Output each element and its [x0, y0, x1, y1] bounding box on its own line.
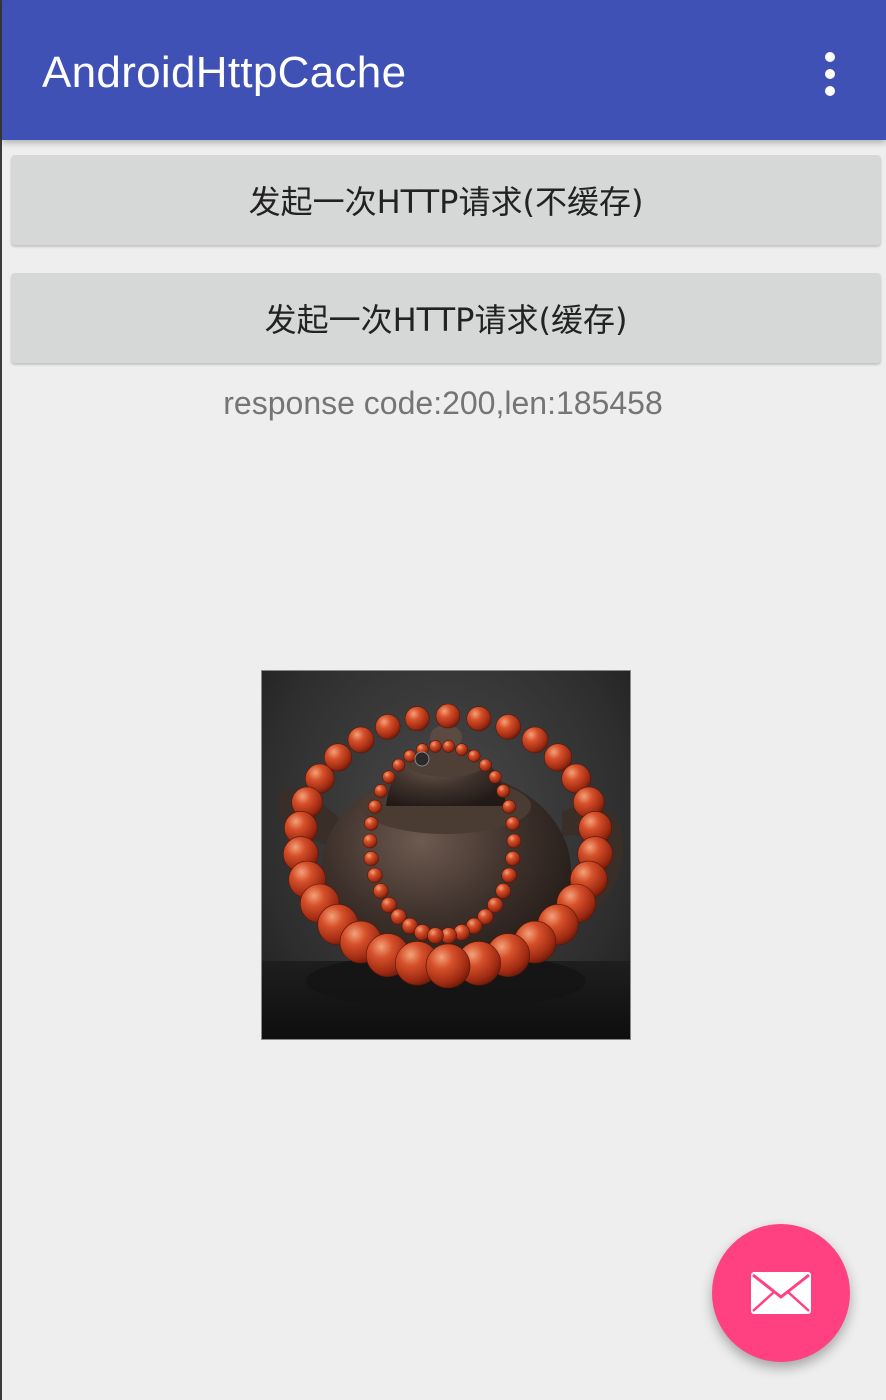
menu-dot: [825, 52, 835, 62]
spacer-bead: [414, 751, 430, 767]
teapot-bead-necklace-image: [262, 703, 630, 1039]
more-vert-icon[interactable]: [808, 46, 852, 102]
bead: [501, 867, 517, 884]
app-screen: AndroidHttpCache 发起一次HTTP请求(不缓存) 发起一次HTT…: [0, 0, 886, 1400]
request-no-cache-button[interactable]: 发起一次HTTP请求(不缓存): [11, 155, 881, 245]
window-edge: [0, 0, 2, 1400]
bead: [505, 851, 521, 867]
response-status-text: response code:200,len:185458: [223, 385, 663, 421]
bead: [488, 770, 502, 784]
bead: [429, 740, 442, 753]
bead: [374, 784, 388, 798]
mail-fab-button[interactable]: [712, 1224, 850, 1362]
bead: [505, 816, 520, 831]
menu-dot: [825, 86, 835, 96]
bead: [502, 799, 516, 814]
bead: [347, 726, 375, 754]
bead: [363, 851, 379, 867]
bead: [362, 833, 378, 849]
bead: [382, 770, 396, 784]
mail-icon: [751, 1272, 811, 1314]
request-cache-button[interactable]: 发起一次HTTP请求(缓存): [11, 273, 881, 363]
app-title: AndroidHttpCache: [42, 48, 407, 97]
bead: [455, 743, 468, 756]
bead: [425, 943, 471, 989]
app-toolbar: AndroidHttpCache: [2, 0, 886, 140]
bead: [427, 927, 444, 944]
bead: [506, 833, 522, 849]
bead: [368, 799, 382, 814]
bead: [496, 784, 510, 798]
bead: [367, 867, 383, 884]
bead: [403, 749, 417, 763]
menu-dot: [825, 69, 835, 79]
bead: [495, 883, 511, 899]
bead: [373, 883, 389, 899]
bead: [364, 816, 379, 831]
bead: [435, 703, 461, 729]
bead: [466, 706, 492, 732]
response-image: [261, 670, 631, 1040]
bead: [495, 714, 521, 740]
bead: [467, 749, 481, 763]
bead: [442, 740, 455, 753]
bead: [375, 714, 401, 740]
bead: [478, 758, 492, 772]
bead: [392, 758, 406, 772]
bead: [404, 706, 430, 732]
bead: [521, 726, 549, 754]
